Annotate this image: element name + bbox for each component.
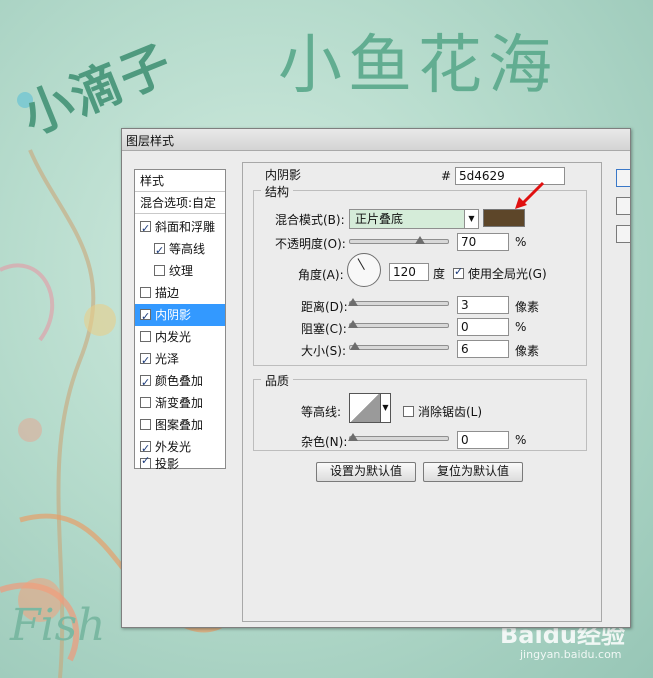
- style-item-contour[interactable]: 等高线: [135, 238, 225, 262]
- size-slider-thumb[interactable]: [350, 342, 360, 350]
- opacity-label: 不透明度(O):: [275, 237, 346, 251]
- reset-default-button[interactable]: 复位为默认值: [423, 462, 523, 482]
- style-item-inner-glow[interactable]: 内发光: [135, 326, 225, 348]
- style-item-stroke[interactable]: 描边: [135, 282, 225, 304]
- red-arrow-annotation: [515, 181, 545, 209]
- baidu-watermark-url: jingyan.baidu.com: [520, 648, 622, 661]
- checkbox-icon[interactable]: [140, 350, 151, 372]
- checkbox-icon[interactable]: [140, 455, 151, 469]
- style-item-texture[interactable]: 纹理: [135, 260, 225, 282]
- style-item-drop-shadow[interactable]: 投影: [135, 455, 225, 470]
- structure-label: 结构: [261, 183, 294, 200]
- checkbox-icon[interactable]: [140, 438, 151, 460]
- choke-input[interactable]: 0: [457, 318, 509, 336]
- opacity-unit: %: [515, 235, 527, 249]
- contour-preview[interactable]: [349, 393, 381, 423]
- dialog-titlebar[interactable]: 图层样式: [122, 129, 630, 151]
- angle-input[interactable]: 120: [389, 263, 429, 281]
- distance-label: 距离(D):: [301, 300, 348, 314]
- cancel-button-partial[interactable]: [616, 197, 630, 215]
- checkbox-icon[interactable]: [140, 331, 151, 342]
- layer-style-dialog: 图层样式 样式 混合选项:自定 斜面和浮雕 等高线 纹理 描边 内阴影 内发光 …: [121, 128, 631, 628]
- set-default-button[interactable]: 设置为默认值: [316, 462, 416, 482]
- global-light-checkbox[interactable]: 使用全局光(G): [453, 265, 547, 282]
- choke-unit: %: [515, 320, 527, 334]
- opacity-input[interactable]: 70: [457, 233, 509, 251]
- choke-label: 阻塞(C):: [301, 322, 347, 336]
- checkbox-icon[interactable]: [140, 218, 151, 240]
- checkbox-icon[interactable]: [154, 265, 165, 276]
- anti-alias-checkbox[interactable]: 消除锯齿(L): [403, 403, 482, 420]
- blend-options-item[interactable]: 混合选项:自定: [135, 192, 225, 214]
- distance-slider-thumb[interactable]: [348, 298, 358, 306]
- distance-slider[interactable]: [349, 301, 449, 306]
- quality-label: 品质: [261, 372, 294, 389]
- shadow-color-swatch[interactable]: [483, 209, 525, 227]
- checkbox-icon[interactable]: [140, 372, 151, 394]
- style-item-inner-shadow[interactable]: 内阴影: [135, 304, 225, 328]
- contour-label: 等高线:: [301, 405, 342, 419]
- noise-slider-thumb[interactable]: [348, 433, 358, 441]
- blend-mode-select[interactable]: 正片叠底 ▼: [349, 209, 479, 229]
- inner-shadow-panel: 内阴影 # 5d4629 结构 混合模式(B): 正片叠底 ▼ 不透明度(O):…: [242, 162, 602, 622]
- checkbox-icon[interactable]: [403, 406, 414, 417]
- panel-title: 内阴影: [265, 168, 302, 182]
- hex-symbol: #: [441, 169, 452, 183]
- choke-slider[interactable]: [349, 323, 449, 328]
- dialog-title: 图层样式: [126, 134, 175, 148]
- style-item-satin[interactable]: 光泽: [135, 348, 225, 372]
- angle-label: 角度(A):: [298, 268, 344, 282]
- noise-input[interactable]: 0: [457, 431, 509, 449]
- angle-unit: 度: [433, 267, 446, 281]
- checkbox-icon[interactable]: [140, 287, 151, 298]
- styles-list: 样式 混合选项:自定 斜面和浮雕 等高线 纹理 描边 内阴影 内发光 光泽 颜色…: [134, 169, 226, 470]
- size-slider[interactable]: [349, 345, 449, 350]
- checkbox-icon[interactable]: [453, 265, 464, 279]
- ok-button-partial[interactable]: [616, 169, 630, 187]
- hex-color-input[interactable]: 5d4629: [455, 167, 565, 185]
- size-label: 大小(S):: [301, 344, 347, 358]
- style-item-pattern-overlay[interactable]: 图案叠加: [135, 414, 225, 436]
- style-item-color-overlay[interactable]: 颜色叠加: [135, 370, 225, 394]
- styles-header[interactable]: 样式: [135, 170, 225, 192]
- angle-dial[interactable]: [347, 253, 381, 287]
- checkbox-icon[interactable]: [140, 419, 151, 430]
- distance-unit: 像素: [515, 300, 540, 314]
- checkbox-icon[interactable]: [154, 240, 165, 262]
- style-item-bevel-emboss[interactable]: 斜面和浮雕: [135, 216, 225, 240]
- new-style-button-partial[interactable]: [616, 225, 630, 243]
- noise-slider[interactable]: [349, 436, 449, 441]
- opacity-slider[interactable]: [349, 239, 449, 244]
- distance-input[interactable]: 3: [457, 296, 509, 314]
- opacity-slider-thumb[interactable]: [415, 236, 425, 244]
- style-item-gradient-overlay[interactable]: 渐变叠加: [135, 392, 225, 414]
- size-unit: 像素: [515, 344, 540, 358]
- noise-label: 杂色(N):: [301, 435, 348, 449]
- size-input[interactable]: 6: [457, 340, 509, 358]
- checkbox-icon[interactable]: [140, 397, 151, 408]
- blend-mode-label: 混合模式(B):: [275, 213, 345, 227]
- checkbox-icon[interactable]: [140, 306, 151, 328]
- fish-signature: Fish: [10, 600, 106, 651]
- chevron-down-icon[interactable]: ▼: [381, 393, 391, 423]
- chevron-down-icon: ▼: [464, 210, 478, 228]
- choke-slider-thumb[interactable]: [348, 320, 358, 328]
- logo-text-right: 小鱼花海: [278, 29, 558, 103]
- noise-unit: %: [515, 433, 527, 447]
